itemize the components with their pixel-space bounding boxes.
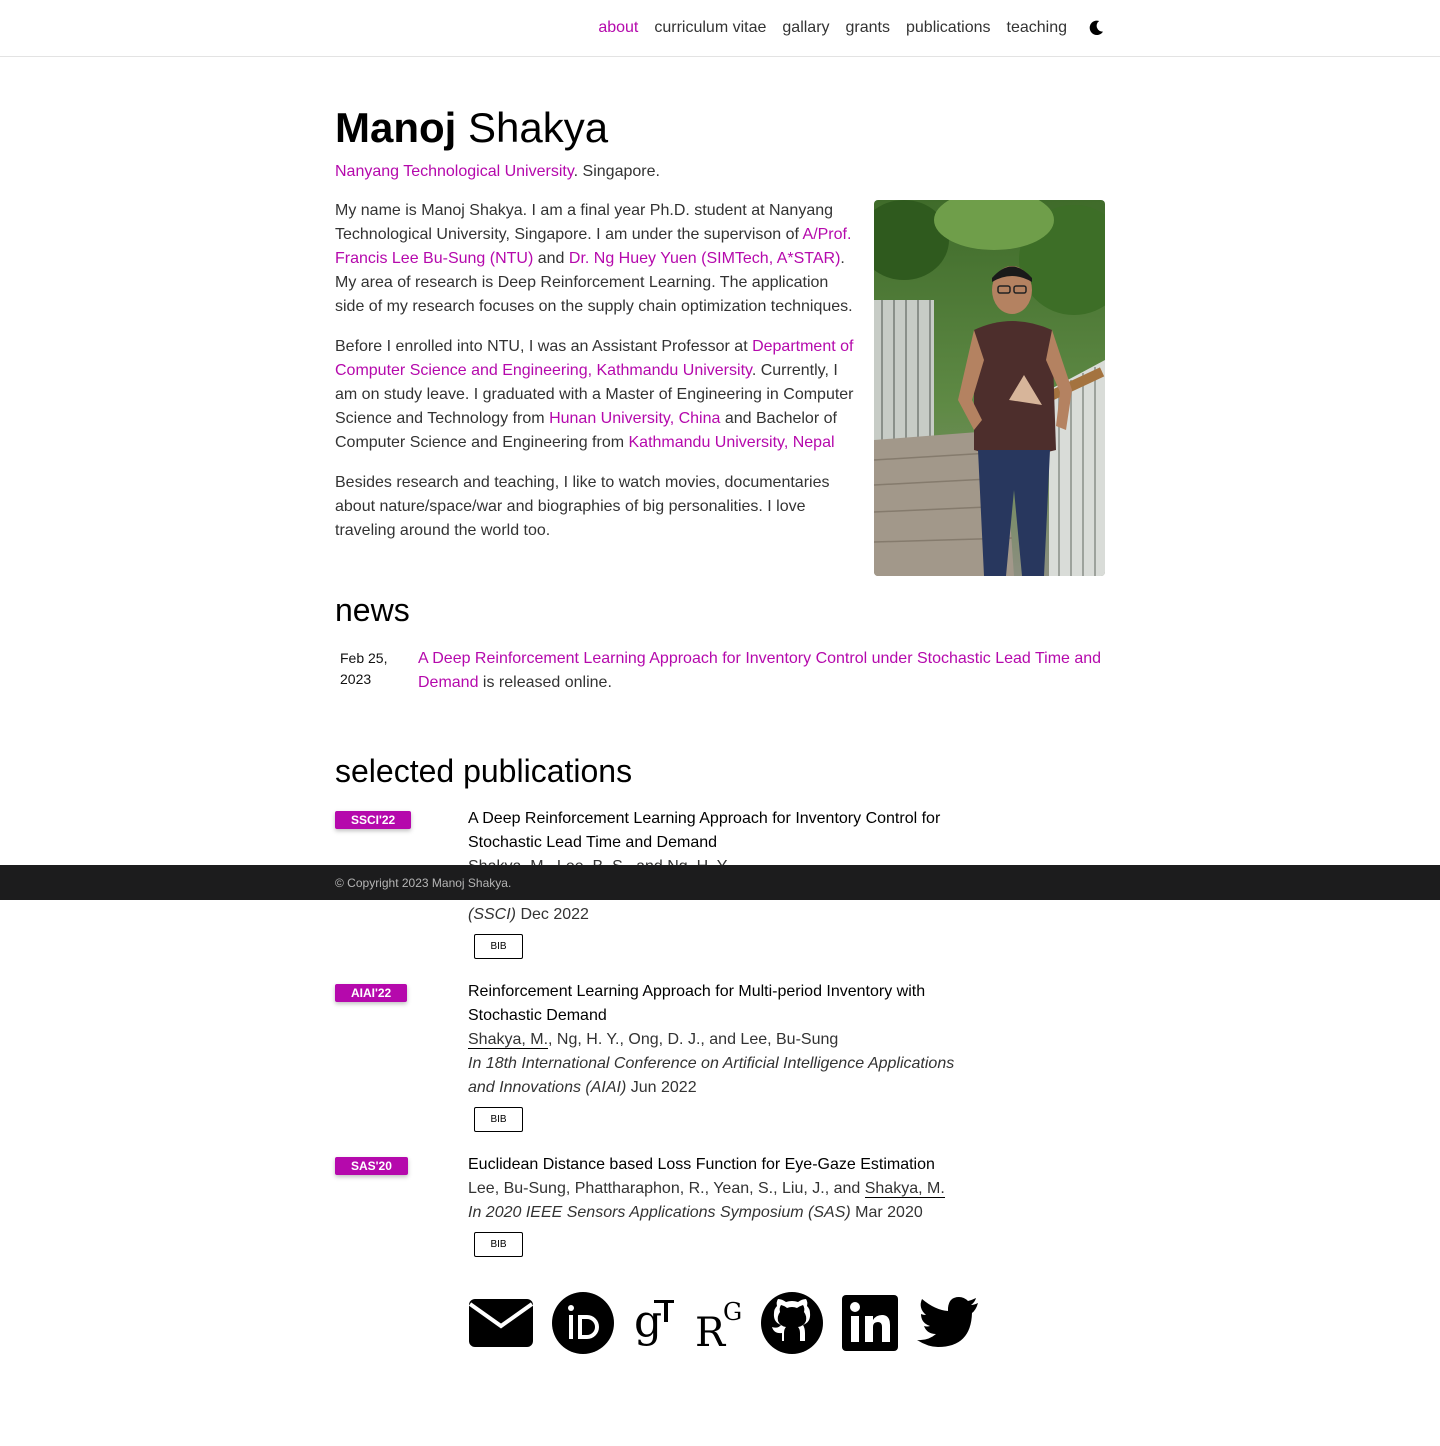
moon-icon[interactable] bbox=[1087, 19, 1105, 37]
hunan-university-link[interactable]: Hunan University, China bbox=[549, 410, 720, 427]
nav-grants[interactable]: grants bbox=[846, 19, 890, 37]
author-self: Shakya, M. bbox=[864, 1180, 945, 1198]
publication-authors: Lee, Bu-Sung, Phattharaphon, R., Yean, S… bbox=[468, 1177, 963, 1201]
svg-text:G: G bbox=[723, 1298, 742, 1326]
supervisor-link-2[interactable]: Dr. Ng Huey Yuen (SIMTech, A*STAR) bbox=[569, 250, 841, 267]
svg-text:g: g bbox=[634, 1296, 662, 1347]
copyright-text: © Copyright 2023 Manoj Shakya. bbox=[335, 876, 512, 890]
affiliation-link[interactable]: Nanyang Technological University bbox=[335, 163, 574, 180]
google-scholar-icon[interactable]: g bbox=[632, 1296, 678, 1355]
email-icon[interactable] bbox=[468, 1298, 534, 1353]
bib-button[interactable]: BIB bbox=[474, 1232, 523, 1257]
page-title: Manoj Shakya bbox=[335, 104, 608, 152]
venue-name: In 2020 IEEE Sensors Applications Sympos… bbox=[468, 1204, 851, 1221]
last-name: Shakya bbox=[468, 104, 609, 151]
github-icon[interactable] bbox=[760, 1291, 824, 1360]
publication-date: Mar 2020 bbox=[850, 1204, 923, 1221]
publication-venue: In 2020 IEEE Sensors Applications Sympos… bbox=[468, 1201, 963, 1225]
bio-paragraph-2: Before I enrolled into NTU, I was an Ass… bbox=[335, 335, 855, 455]
publication-title: Euclidean Distance based Loss Function f… bbox=[468, 1156, 935, 1173]
profile-photo bbox=[874, 200, 1105, 576]
publications-heading: selected publications bbox=[335, 753, 633, 789]
bio-paragraph-1: My name is Manoj Shakya. I am a final ye… bbox=[335, 199, 855, 319]
publication-authors: Shakya, M., Ng, H. Y., Ong, D. J., and L… bbox=[468, 1028, 963, 1052]
news-date: Feb 25, 2023 bbox=[340, 650, 388, 687]
publication-title: A Deep Reinforcement Learning Approach f… bbox=[468, 810, 941, 851]
venue-name: In 18th International Conference on Arti… bbox=[468, 1055, 955, 1096]
venue-badge: AIAI'22 bbox=[335, 984, 408, 1002]
bib-button[interactable]: BIB bbox=[474, 934, 523, 959]
nav-about[interactable]: about bbox=[598, 19, 638, 37]
author-self: Shakya, M. bbox=[468, 1031, 549, 1049]
twitter-icon[interactable] bbox=[916, 1296, 980, 1355]
orcid-icon[interactable] bbox=[551, 1291, 615, 1360]
bio-paragraph-3: Besides research and teaching, I like to… bbox=[335, 474, 830, 539]
publication-date: Dec 2022 bbox=[516, 906, 589, 923]
affiliation-suffix: . Singapore. bbox=[573, 163, 660, 180]
nav-gallary[interactable]: gallary bbox=[782, 19, 829, 37]
linkedin-icon[interactable] bbox=[841, 1294, 899, 1357]
publication-title: Reinforcement Learning Approach for Mult… bbox=[468, 983, 926, 1024]
top-navbar: about curriculum vitae gallary grants pu… bbox=[0, 0, 1440, 57]
news-item: A Deep Reinforcement Learning Approach f… bbox=[418, 647, 1108, 695]
first-name: Manoj bbox=[335, 104, 457, 151]
bio-text: and bbox=[533, 250, 569, 267]
publication-venue: In 18th International Conference on Arti… bbox=[468, 1052, 963, 1100]
footer: © Copyright 2023 Manoj Shakya. bbox=[0, 865, 1440, 900]
bib-button[interactable]: BIB bbox=[474, 1107, 523, 1132]
news-heading: news bbox=[335, 592, 410, 628]
publication-date: Jun 2022 bbox=[626, 1079, 697, 1096]
nav-curriculum-vitae[interactable]: curriculum vitae bbox=[654, 19, 766, 37]
nav-teaching[interactable]: teaching bbox=[1007, 19, 1068, 37]
social-links: g RG bbox=[468, 1291, 980, 1360]
venue-badge: SSCI'22 bbox=[335, 811, 412, 829]
venue-badge: SAS'20 bbox=[335, 1157, 408, 1175]
main-nav: about curriculum vitae gallary grants pu… bbox=[598, 0, 1105, 56]
bio: My name is Manoj Shakya. I am a final ye… bbox=[335, 199, 855, 559]
bio-text: Before I enrolled into NTU, I was an Ass… bbox=[335, 338, 753, 355]
news-suffix: is released online. bbox=[478, 674, 612, 691]
authors-after: , Ng, H. Y., Ong, D. J., and Lee, Bu-Sun… bbox=[548, 1031, 839, 1048]
kathmandu-university-link[interactable]: Kathmandu University, Nepal bbox=[629, 434, 835, 451]
affiliation: Nanyang Technological University. Singap… bbox=[335, 160, 660, 184]
researchgate-icon[interactable]: RG bbox=[695, 1296, 743, 1356]
authors-before: Lee, Bu-Sung, Phattharaphon, R., Yean, S… bbox=[468, 1180, 865, 1197]
nav-publications[interactable]: publications bbox=[906, 19, 991, 37]
bio-text: My name is Manoj Shakya. I am a final ye… bbox=[335, 202, 834, 243]
